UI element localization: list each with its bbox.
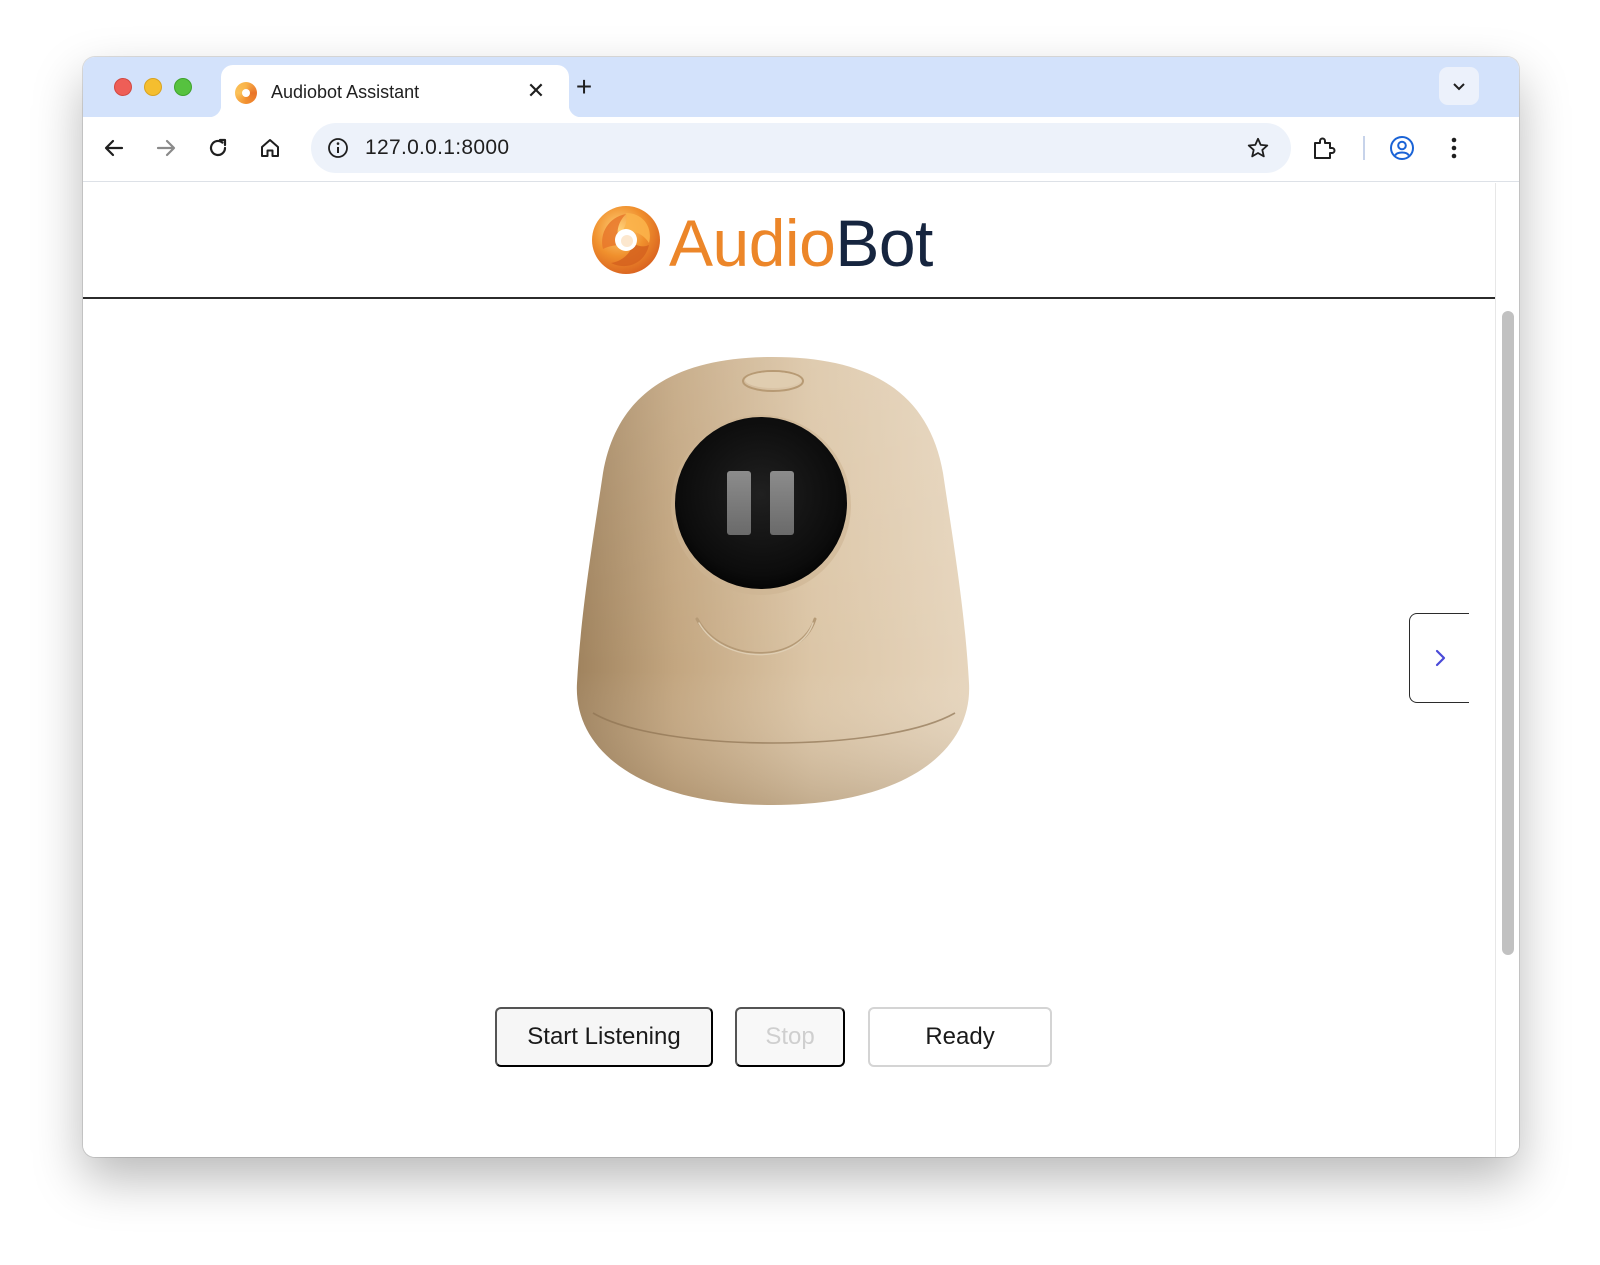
- close-tab-icon[interactable]: ✕: [523, 78, 549, 104]
- audiobot-logo-icon: [592, 206, 660, 274]
- stop-button[interactable]: Stop: [735, 1007, 845, 1067]
- logo-text-audio: Audio: [669, 206, 836, 280]
- audiobot-favicon-icon: [235, 82, 257, 104]
- close-window-button[interactable]: [114, 78, 132, 96]
- page-content: AudioBot Start Listening Stop Ready: [83, 183, 1495, 1157]
- browser-toolbar: 127.0.0.1:8000: [83, 117, 1519, 182]
- home-icon[interactable]: [255, 133, 285, 163]
- scrollbar-thumb[interactable]: [1502, 311, 1514, 955]
- start-listening-button[interactable]: Start Listening: [495, 1007, 713, 1067]
- profile-icon[interactable]: [1387, 133, 1417, 163]
- toolbar-divider: [1363, 136, 1365, 160]
- logo-wordmark: AudioBot: [669, 205, 933, 281]
- browser-tab[interactable]: Audiobot Assistant ✕: [209, 65, 581, 117]
- menu-icon[interactable]: [1439, 133, 1469, 163]
- zoom-window-button[interactable]: [174, 78, 192, 96]
- scrollbar[interactable]: [1495, 183, 1519, 1157]
- extensions-icon[interactable]: [1309, 133, 1339, 163]
- reload-icon[interactable]: [203, 133, 233, 163]
- tab-title: Audiobot Assistant: [271, 82, 420, 102]
- site-info-icon[interactable]: [325, 135, 351, 161]
- bookmark-star-icon[interactable]: [1245, 135, 1271, 161]
- browser-window: Audiobot Assistant ✕ + 127.0.0.1:8000 Au…: [83, 57, 1519, 1157]
- address-bar[interactable]: 127.0.0.1:8000: [311, 123, 1291, 173]
- tab-search-icon[interactable]: [1439, 67, 1479, 105]
- minimize-window-button[interactable]: [144, 78, 162, 96]
- chevron-right-icon: [1435, 649, 1445, 667]
- status-indicator: Ready: [868, 1007, 1052, 1067]
- forward-icon[interactable]: [151, 133, 181, 163]
- robot-image: [576, 357, 970, 805]
- new-tab-icon[interactable]: +: [569, 72, 599, 102]
- tab-strip: Audiobot Assistant ✕ +: [83, 57, 1519, 117]
- page-header: AudioBot: [83, 183, 1495, 299]
- next-slide-button[interactable]: [1409, 613, 1469, 703]
- url-text[interactable]: 127.0.0.1:8000: [365, 136, 509, 160]
- logo-text-bot: Bot: [835, 206, 933, 280]
- controls-bar: Start Listening Stop Ready: [83, 1007, 1495, 1069]
- back-icon[interactable]: [99, 133, 129, 163]
